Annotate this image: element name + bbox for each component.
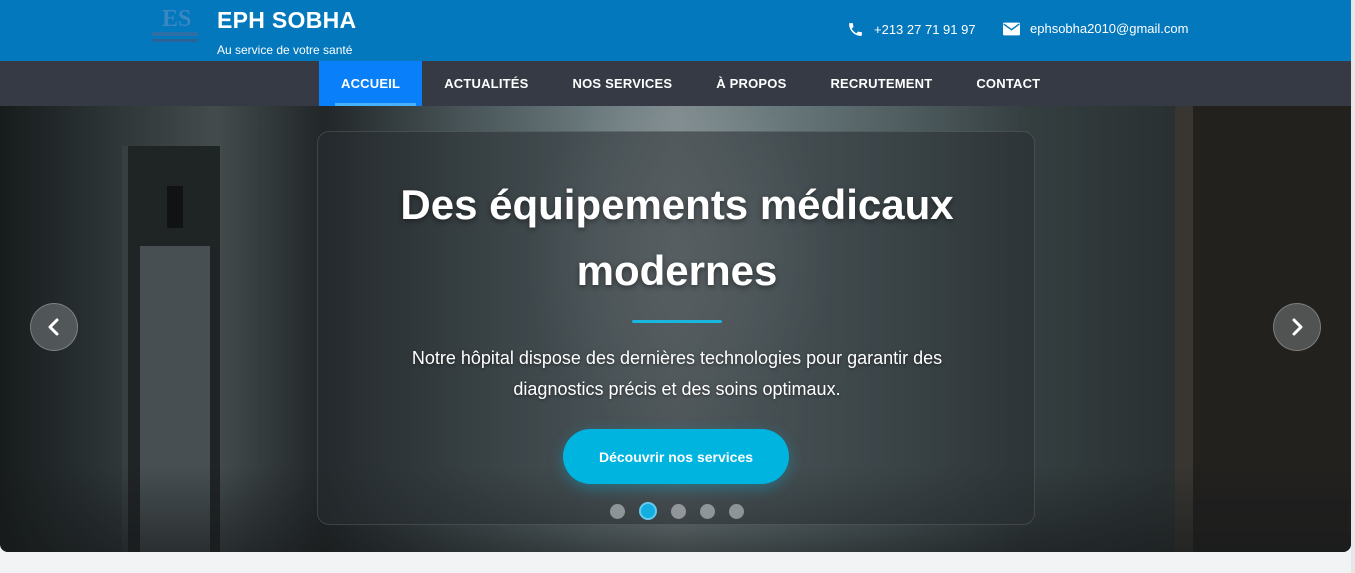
chevron-right-icon [1292, 318, 1303, 336]
nav-item-accueil[interactable]: ACCUEIL [319, 61, 423, 106]
slider-dot-3[interactable] [671, 503, 686, 519]
email-contact[interactable]: ephsobha2010@gmail.com [1003, 21, 1188, 36]
nav-item-nos-services[interactable]: NOS SERVICES [551, 61, 695, 106]
top-header: ES EPH SOBHA Au service de votre santé +… [0, 0, 1351, 61]
discover-services-button[interactable]: Découvrir nos services [563, 429, 789, 484]
slider-indicators [610, 502, 758, 520]
phone-number: +213 27 71 91 97 [874, 22, 976, 37]
nav-list: ACCUEIL ACTUALITÉS NOS SERVICES À PROPOS… [319, 61, 1062, 106]
slider-dot-5[interactable] [729, 503, 744, 519]
hero-caption-panel: Des équipements médicaux modernes Notre … [317, 131, 1035, 525]
hero-title: Des équipements médicaux modernes [400, 181, 954, 294]
nav-item-a-propos[interactable]: À PROPOS [694, 61, 808, 106]
slider-dot-1[interactable] [610, 503, 625, 519]
phone-contact[interactable]: +213 27 71 91 97 [847, 21, 976, 38]
hero-title-underline [632, 320, 722, 323]
slider-dot-4[interactable] [700, 503, 715, 519]
hospital-logo[interactable]: ES [148, 2, 202, 48]
nav-item-actualites[interactable]: ACTUALITÉS [422, 61, 550, 106]
chevron-left-icon [48, 318, 59, 336]
email-address: ephsobha2010@gmail.com [1030, 21, 1189, 36]
slider-dot-2[interactable] [639, 502, 657, 520]
slider-next-button[interactable] [1273, 303, 1321, 351]
nav-item-contact[interactable]: CONTACT [954, 61, 1062, 106]
nav-item-recrutement[interactable]: RECRUTEMENT [808, 61, 954, 106]
hero-slider: Des équipements médicaux modernes Notre … [0, 106, 1351, 552]
site-title[interactable]: EPH SOBHA [217, 7, 356, 34]
page-scrollbar[interactable] [1351, 0, 1355, 573]
envelope-icon [1003, 22, 1020, 35]
site-tagline: Au service de votre santé [217, 43, 353, 57]
phone-icon [849, 23, 862, 36]
hero-description: Notre hôpital dispose des dernières tech… [411, 348, 943, 399]
logo-letters: ES [162, 6, 191, 32]
slider-prev-button[interactable] [30, 303, 78, 351]
main-navigation: ACCUEIL ACTUALITÉS NOS SERVICES À PROPOS… [0, 61, 1351, 106]
